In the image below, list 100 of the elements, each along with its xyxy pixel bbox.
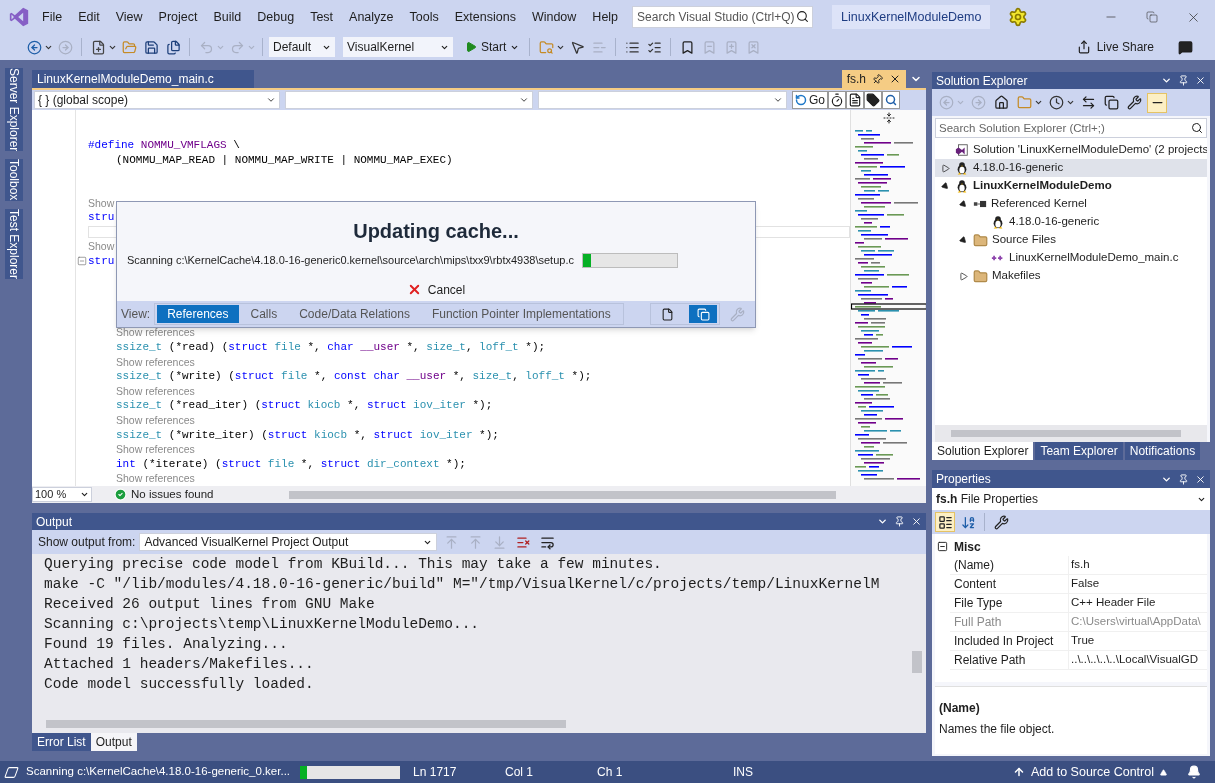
dropdown-icon[interactable] (877, 516, 888, 527)
caret-icon (266, 95, 276, 105)
property-value[interactable]: False (1068, 575, 1207, 593)
go-button[interactable]: Go (792, 91, 828, 109)
side-tab[interactable]: Server Explorer (5, 68, 23, 152)
expanded-icon[interactable] (958, 235, 968, 245)
pin-icon[interactable] (894, 516, 905, 527)
panel-tab[interactable]: Error List (32, 733, 91, 751)
preview-icon[interactable] (1147, 92, 1167, 113)
code-line: int (*iterate) (struct file *, struct dir_context *); (116, 456, 466, 472)
tree-item[interactable]: LinuxKernelModuleDemo_main.c (935, 249, 1207, 267)
menu-item[interactable]: Help (584, 7, 627, 27)
tree-item[interactable]: LinuxKernelModuleDemo (935, 177, 1207, 195)
object-selector[interactable]: fs.h File Properties (932, 488, 1210, 510)
caret-icon[interactable] (1066, 98, 1075, 107)
side-tab[interactable]: Toolbox (5, 159, 23, 201)
code-lens-hint[interactable]: Show references (116, 442, 195, 457)
property-name: Relative Path (953, 652, 1027, 669)
tree-item[interactable]: Referenced Kernel (935, 195, 1207, 213)
notifications-icon[interactable] (1187, 765, 1201, 779)
cancel-button[interactable]: Cancel (406, 280, 466, 299)
panel-tab[interactable]: Output (90, 733, 137, 751)
close-icon[interactable] (889, 73, 901, 85)
side-tab[interactable]: Test Explorer (5, 208, 23, 279)
tree-item[interactable]: 4.18.0-16-generic (935, 213, 1207, 231)
panel-title: Output (36, 513, 73, 531)
folder-icon (973, 268, 988, 284)
tree-item[interactable]: 4.18.0-16-generic (935, 159, 1207, 177)
live-share-button[interactable]: Live Share (1076, 37, 1154, 57)
code-lens-hint[interactable]: Show references (116, 413, 195, 428)
document-icon[interactable] (846, 91, 864, 109)
scope-dropdown[interactable]: { } (global scope) (34, 91, 280, 109)
tree-item[interactable]: Source Files (935, 231, 1207, 249)
solution-icon (955, 143, 969, 157)
horizontal-scrollbar[interactable] (289, 488, 836, 501)
code-lens-hint[interactable]: Show references (116, 471, 195, 486)
platform-dropdown[interactable]: VisualKernel (343, 37, 453, 57)
panel-tab[interactable]: Notifications (1124, 442, 1201, 460)
pin-icon[interactable] (1178, 75, 1189, 86)
view-tab[interactable]: Function Pointer Implementations (421, 305, 621, 323)
output-line: make -C "/lib/modules/4.18.0-16-generic/build" M="/tmp/VisualKernel/c/projects/temp/LinuxKernelM (44, 575, 880, 594)
menu-item[interactable]: Test (302, 7, 342, 27)
configuration-dropdown[interactable]: Default (269, 37, 335, 57)
code-lens-hint[interactable]: Show references (116, 354, 195, 370)
menu-item[interactable]: Window (523, 7, 585, 27)
splitter-icon[interactable] (882, 112, 895, 124)
menu-item[interactable]: Project (150, 7, 206, 27)
start-button[interactable]: Start (461, 37, 524, 57)
close-icon[interactable] (1195, 75, 1206, 86)
document-tab[interactable]: LinuxKernelModuleDemo_main.c (32, 70, 254, 88)
code-lens-hint[interactable]: Show (88, 195, 115, 211)
property-value[interactable]: ..\..\..\..\..\Local\VisualGD (1068, 651, 1207, 669)
source-control-button[interactable]: Add to Source Control (1013, 762, 1167, 782)
multi-view-icon[interactable] (689, 305, 717, 323)
output-source-dropdown[interactable]: Advanced VisualKernel Project Output (139, 533, 438, 551)
code-lens-hint[interactable]: Show (88, 239, 115, 254)
view-tab[interactable]: References (157, 305, 239, 323)
panel-tab[interactable]: Solution Explorer (932, 442, 1034, 460)
collapse-icon[interactable] (937, 541, 948, 552)
collapsed-icon[interactable] (940, 163, 950, 173)
menu-item[interactable]: Debug (249, 7, 303, 27)
property-value[interactable]: C++ Header File (1068, 594, 1207, 612)
menu-item[interactable]: Edit (70, 7, 108, 27)
panel-tab[interactable]: Team Explorer (1035, 442, 1123, 460)
property-value[interactable]: fs.h (1068, 556, 1207, 574)
output-icon (2, 765, 21, 779)
pin-icon[interactable] (1178, 473, 1189, 485)
gear-icon[interactable] (1008, 7, 1029, 27)
dropdown-icon[interactable] (1161, 75, 1172, 86)
categorized-icon[interactable] (935, 512, 955, 532)
zoom-dropdown[interactable]: 100 % (32, 487, 92, 502)
menu-item[interactable]: Tools (401, 7, 447, 27)
document-tab[interactable]: fs.h (841, 70, 906, 88)
horizontal-scrollbar[interactable] (935, 425, 1207, 442)
menu-item[interactable]: File (34, 7, 71, 27)
menu-item[interactable]: Build (205, 7, 250, 27)
restore-icon[interactable] (1146, 11, 1158, 23)
close-icon[interactable] (911, 516, 922, 527)
collapsed-icon[interactable] (958, 271, 968, 281)
menu-item[interactable]: Analyze (341, 7, 402, 27)
code-lens-hint[interactable]: Show references (116, 383, 195, 399)
search-field[interactable]: Search Visual Studio (Ctrl+Q) (632, 6, 814, 28)
search-icon[interactable] (882, 91, 900, 109)
view-tab[interactable]: Code/Data Relations (289, 305, 420, 323)
penguin-icon (991, 215, 1005, 229)
search-field[interactable]: Search Solution Explorer (Ctrl+;) (935, 118, 1207, 138)
caret-icon[interactable] (1034, 98, 1043, 107)
code-lens-hint[interactable]: Show references (116, 325, 195, 341)
tree-item[interactable]: Solution 'LinuxKernelModuleDemo' (2 projects (935, 141, 1207, 159)
stopwatch-icon[interactable] (828, 91, 846, 109)
code-line: ssize_t (*write_iter) (struct kiocb *, struct iov_iter *); (116, 427, 499, 443)
code-line: ssize_t (*read) (struct file *, char __user *, size_t, loff_t *); (116, 340, 546, 355)
close-icon[interactable] (1195, 473, 1206, 485)
feedback-icon[interactable] (1178, 39, 1193, 55)
tree-item[interactable]: Makefiles (935, 267, 1207, 285)
property-value[interactable]: True (1068, 632, 1207, 650)
view-tab[interactable]: Calls (240, 305, 288, 323)
menu-item[interactable]: View (107, 7, 151, 27)
tag-icon[interactable] (864, 91, 882, 109)
menu-item[interactable]: Extensions (446, 7, 524, 27)
